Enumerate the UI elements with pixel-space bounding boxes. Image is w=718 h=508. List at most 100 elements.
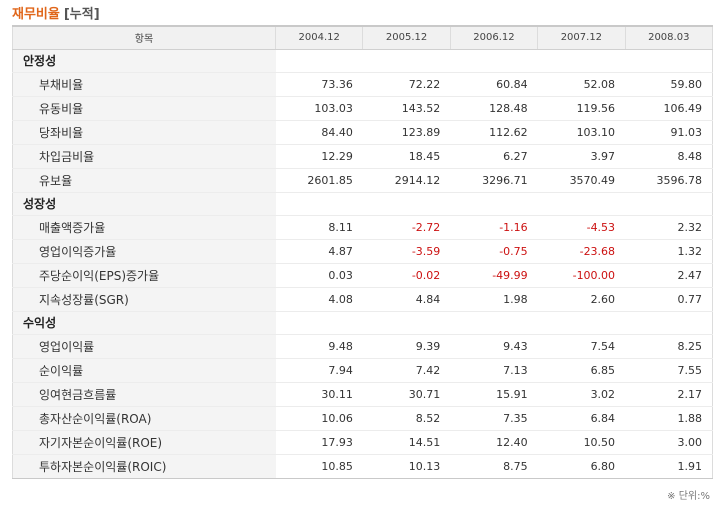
value-cell: 10.50 (537, 430, 626, 455)
value-cell: 3596.78 (625, 168, 713, 193)
value-cell: 6.84 (537, 406, 626, 431)
section-row: 성장성 (12, 192, 713, 216)
section-empty-cell (537, 311, 626, 335)
value-cell: 2914.12 (362, 168, 451, 193)
value-cell: 4.87 (275, 239, 363, 264)
value-cell: 106.49 (625, 96, 713, 121)
table-row: 주당순이익(EPS)증가율 0.03 -0.02 -49.99 -100.00 2.47 (12, 263, 713, 288)
financial-ratio-table: 항목 2004.12 2005.12 2006.12 2007.12 2008.… (12, 25, 713, 479)
value-cell: 7.54 (537, 334, 626, 359)
row-label: 투하자본순이익률(ROIC) (12, 454, 276, 478)
value-cell: 9.48 (275, 334, 363, 359)
value-cell: 12.29 (275, 144, 363, 169)
value-cell: 119.56 (537, 96, 626, 121)
value-cell: 6.80 (590, 459, 616, 473)
value-cell: 7.55 (625, 358, 713, 383)
value-cell: 91.03 (625, 120, 713, 145)
section-title: 안정성 (12, 49, 276, 73)
table-row: 당좌비율 84.40 123.89 112.62 103.10 91.03 (12, 120, 713, 145)
value-cell: 3570.49 (537, 168, 626, 193)
unit-note: ※ 단위:% (667, 491, 710, 502)
value-cell: 72.22 (362, 72, 451, 97)
section-title: 수익성 (12, 311, 276, 335)
value-cell: 7.13 (450, 358, 538, 383)
value-cell: -1.16 (450, 215, 538, 240)
table-row: 부채비율 73.36 72.22 60.84 52.08 59.80 (12, 72, 713, 97)
value-cell: -4.53 (537, 215, 626, 240)
value-cell: 84.40 (275, 120, 363, 145)
value-cell: 9.43 (450, 334, 538, 359)
value-cell: 143.52 (362, 96, 451, 121)
value-cell: 7.35 (450, 406, 538, 431)
value-cell: 8.25 (625, 334, 713, 359)
page-title-main: 재무비율 (12, 6, 60, 22)
value-cell: 3.02 (537, 382, 626, 407)
section-empty-cell (450, 49, 538, 73)
table-row: 잉여현금흐름률 30.11 30.71 15.91 3.02 2.17 (12, 382, 713, 407)
row-label: 영업이익률 (12, 334, 276, 359)
value-cell: 59.80 (625, 72, 713, 97)
row-label: 잉여현금흐름률 (12, 382, 276, 407)
value-cell: 52.08 (537, 72, 626, 97)
section-empty-cell (537, 49, 626, 73)
column-header-year: 2005.12 (362, 26, 451, 50)
value-cell: 8.48 (625, 144, 713, 169)
value-cell: -49.99 (450, 263, 538, 288)
row-label: 지속성장률(SGR) (12, 287, 276, 312)
value-cell: -100.00 (537, 263, 626, 288)
value-cell: 14.51 (362, 430, 451, 455)
section-empty-cell (625, 192, 713, 216)
value-cell: 3296.71 (450, 168, 538, 193)
table-row: 투하자본순이익률(ROIC) 10.85 10.13 8.75 6.80 1.91 (12, 454, 713, 478)
value-cell: 10.13 (408, 459, 441, 473)
row-label: 유동비율 (12, 96, 276, 121)
column-header-year: 2004.12 (274, 26, 363, 50)
value-cell: 1.32 (625, 239, 713, 264)
row-label: 차입금비율 (12, 144, 276, 169)
value-cell: 2.60 (537, 287, 626, 312)
section-empty-cell (450, 311, 538, 335)
value-cell: -23.68 (537, 239, 626, 264)
value-cell: 9.39 (362, 334, 451, 359)
value-cell: -3.59 (362, 239, 451, 264)
value-cell: 17.93 (275, 430, 363, 455)
value-cell: 103.03 (275, 96, 363, 121)
row-label: 유보율 (12, 168, 276, 193)
row-label: 매출액증가율 (12, 215, 276, 240)
value-cell: 4.84 (362, 287, 451, 312)
value-cell: -0.02 (362, 263, 451, 288)
table-row: 자기자본순이익률(ROE) 17.93 14.51 12.40 10.50 3.00 (12, 430, 713, 455)
table-row: 총자산순이익률(ROA) 10.06 8.52 7.35 6.84 1.88 (12, 406, 713, 431)
value-cell: 1.88 (625, 406, 713, 431)
table-row: 영업이익률 9.48 9.39 9.43 7.54 8.25 (12, 334, 713, 359)
table-header-row: 항목 2004.12 2005.12 2006.12 2007.12 2008.… (12, 26, 713, 50)
table-body: 안정성 부채비율 73.36 72.22 60.84 52.08 59.80 유동비율 103.… (12, 49, 713, 478)
row-label: 순이익률 (12, 358, 276, 383)
value-cell: 103.10 (537, 120, 626, 145)
section-empty-cell (362, 311, 451, 335)
value-cell: 1.91 (677, 459, 702, 473)
value-cell: 1.98 (450, 287, 538, 312)
section-empty-cell (450, 192, 538, 216)
value-cell: 2.47 (625, 263, 713, 288)
value-cell: 8.11 (275, 215, 363, 240)
value-cell: 0.77 (625, 287, 713, 312)
value-cell: 18.45 (362, 144, 451, 169)
table-row: 지속성장률(SGR) 4.08 4.84 1.98 2.60 0.77 (12, 287, 713, 312)
page-title: 재무비율 [누적] (12, 2, 100, 22)
column-header-year: 2006.12 (449, 26, 538, 50)
section-empty-cell (625, 311, 713, 335)
value-cell: 30.71 (362, 382, 451, 407)
table-row: 순이익률 7.94 7.42 7.13 6.85 7.55 (12, 358, 713, 383)
value-cell: 6.85 (537, 358, 626, 383)
table-row: 매출액증가율 8.11 -2.72 -1.16 -4.53 2.32 (12, 215, 713, 240)
row-label: 자기자본순이익률(ROE) (12, 430, 276, 455)
page-title-qualifier: [누적] (63, 6, 100, 22)
value-cell: 3.00 (625, 430, 713, 455)
row-label: 주당순이익(EPS)증가율 (12, 263, 276, 288)
value-cell: 3.97 (537, 144, 626, 169)
value-cell: 10.06 (275, 406, 363, 431)
value-cell: 128.48 (450, 96, 538, 121)
section-empty-cell (537, 192, 626, 216)
value-cell: 12.40 (450, 430, 538, 455)
